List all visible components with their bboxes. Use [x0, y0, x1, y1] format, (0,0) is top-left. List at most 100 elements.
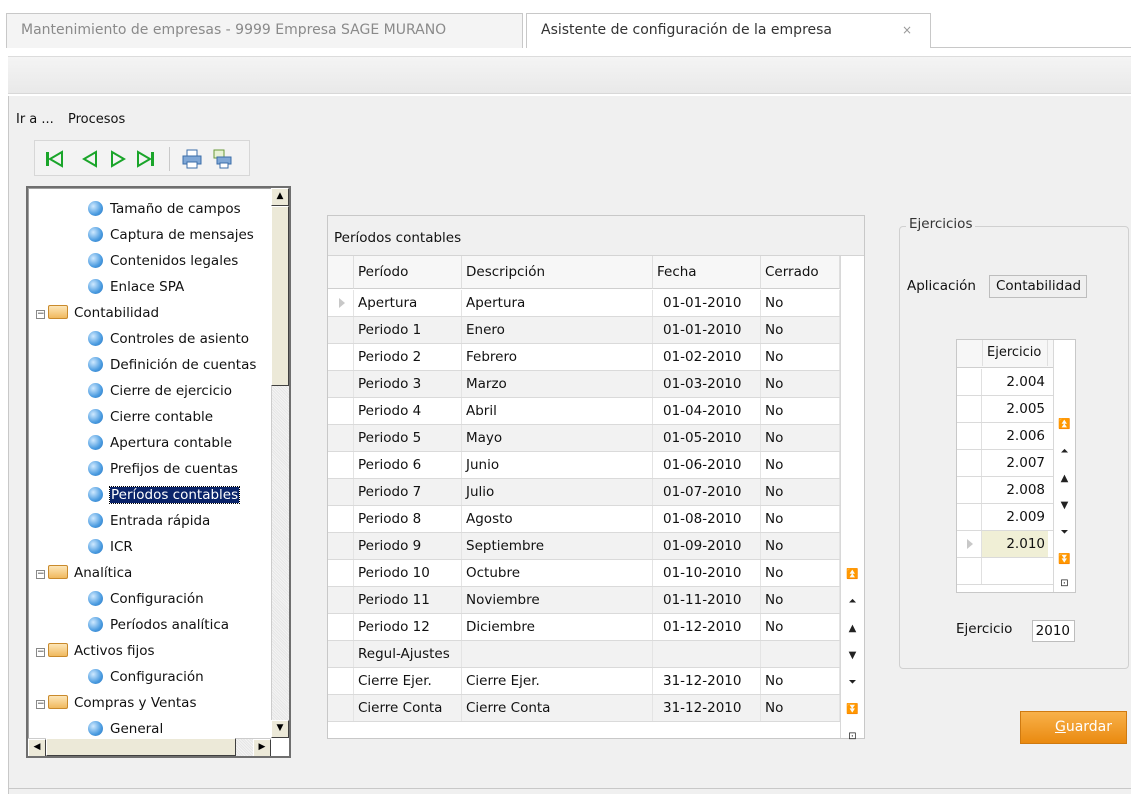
table-cell[interactable]: 01-08-2010: [653, 506, 761, 532]
tab-asistente-configuracion[interactable]: Asistente de configuración de la empresa…: [526, 13, 931, 48]
table-cell[interactable]: Abril: [462, 398, 653, 424]
table-cell[interactable]: 01-02-2010: [653, 344, 761, 370]
tab-mantenimiento-empresas[interactable]: Mantenimiento de empresas - 9999 Empresa…: [6, 13, 523, 48]
ejercicio-new-row[interactable]: [957, 558, 1053, 585]
tree-item[interactable]: − Analítica: [36, 560, 132, 586]
table-cell[interactable]: Periodo 7: [354, 479, 462, 505]
table-cell[interactable]: 01-12-2010: [653, 614, 761, 640]
column-header-fecha[interactable]: Fecha: [653, 256, 761, 289]
table-cell[interactable]: No: [761, 479, 840, 505]
table-cell[interactable]: Diciembre: [462, 614, 653, 640]
table-cell[interactable]: No: [761, 533, 840, 559]
scroll-down-icon[interactable]: ▼: [1054, 492, 1075, 519]
table-row[interactable]: Periodo 1 Enero 01-01-2010 No: [328, 317, 840, 344]
table-cell[interactable]: Junio: [462, 452, 653, 478]
collapse-toggle-icon[interactable]: −: [36, 570, 45, 579]
ejercicio-cell[interactable]: 2.005: [982, 396, 1048, 422]
table-cell[interactable]: Apertura: [354, 290, 462, 316]
table-cell[interactable]: [462, 641, 653, 667]
table-cell[interactable]: Febrero: [462, 344, 653, 370]
page-up-icon[interactable]: ⏶: [1054, 438, 1075, 465]
print-preview-icon[interactable]: [211, 148, 233, 170]
scroll-bottom-icon[interactable]: ⏬: [841, 696, 864, 723]
scroll-up-icon[interactable]: ▲: [841, 615, 864, 642]
table-cell[interactable]: No: [761, 560, 840, 586]
table-cell[interactable]: No: [761, 290, 840, 316]
tree-horizontal-thumb[interactable]: [46, 738, 236, 756]
table-cell[interactable]: Periodo 6: [354, 452, 462, 478]
scroll-right-arrow-icon[interactable]: ▶: [253, 739, 271, 756]
scroll-top-icon[interactable]: ⏫: [841, 561, 864, 588]
ejercicio-header-label[interactable]: Ejercicio: [982, 340, 1048, 366]
ejercicio-row[interactable]: 2.006: [957, 423, 1053, 450]
table-row[interactable]: Periodo 10 Octubre 01-10-2010 No: [328, 560, 840, 587]
table-cell[interactable]: Enero: [462, 317, 653, 343]
ejercicios-vertical-scrollbar[interactable]: ⏫ ⏶ ▲ ▼ ⏷ ⏬ ⊡: [1053, 340, 1075, 592]
table-cell[interactable]: Apertura: [462, 290, 653, 316]
table-cell[interactable]: No: [761, 425, 840, 451]
menu-ir-a[interactable]: Ir a ...: [16, 112, 54, 127]
table-cell[interactable]: Periodo 8: [354, 506, 462, 532]
table-cell[interactable]: No: [761, 695, 840, 721]
scroll-left-arrow-icon[interactable]: ◀: [28, 739, 46, 756]
grid-export-icon[interactable]: ⊡: [1054, 570, 1075, 597]
ejercicio-cell[interactable]: 2.010: [982, 531, 1048, 557]
table-cell[interactable]: No: [761, 398, 840, 424]
table-cell[interactable]: Julio: [462, 479, 653, 505]
table-row[interactable]: Periodo 2 Febrero 01-02-2010 No: [328, 344, 840, 371]
table-row[interactable]: Cierre Ejer. Cierre Ejer. 31-12-2010 No: [328, 668, 840, 695]
tree-item[interactable]: Períodos analítica: [88, 612, 229, 638]
print-icon[interactable]: [181, 148, 203, 170]
collapse-toggle-icon[interactable]: −: [36, 310, 45, 319]
table-cell[interactable]: 01-01-2010: [653, 290, 761, 316]
table-cell[interactable]: 01-07-2010: [653, 479, 761, 505]
ejercicio-row[interactable]: 2.007: [957, 450, 1053, 477]
tree-item[interactable]: Períodos contables: [88, 482, 241, 508]
table-row[interactable]: Periodo 7 Julio 01-07-2010 No: [328, 479, 840, 506]
tree-item[interactable]: − Activos fijos: [36, 638, 155, 664]
table-cell[interactable]: 01-06-2010: [653, 452, 761, 478]
table-cell[interactable]: Periodo 12: [354, 614, 462, 640]
table-row[interactable]: Periodo 4 Abril 01-04-2010 No: [328, 398, 840, 425]
table-row[interactable]: Periodo 9 Septiembre 01-09-2010 No: [328, 533, 840, 560]
ejercicio-cell[interactable]: 2.004: [982, 369, 1048, 395]
scroll-down-arrow-icon[interactable]: ▼: [271, 720, 289, 738]
table-cell[interactable]: Periodo 4: [354, 398, 462, 424]
table-cell[interactable]: 31-12-2010: [653, 695, 761, 721]
table-cell[interactable]: Periodo 3: [354, 371, 462, 397]
page-up-icon[interactable]: ⏶: [841, 588, 864, 615]
collapse-toggle-icon[interactable]: −: [36, 700, 45, 709]
tree-item[interactable]: Captura de mensajes: [88, 222, 254, 248]
table-cell[interactable]: No: [761, 344, 840, 370]
table-cell[interactable]: No: [761, 587, 840, 613]
tree-item[interactable]: Tamaño de campos: [88, 196, 241, 222]
guardar-button[interactable]: Guardar: [1020, 711, 1127, 744]
table-row[interactable]: Apertura Apertura 01-01-2010 No: [328, 290, 840, 317]
ejercicio-field[interactable]: 2010: [1032, 620, 1075, 642]
table-cell[interactable]: No: [761, 317, 840, 343]
ejercicio-row[interactable]: 2.009: [957, 504, 1053, 531]
ejercicio-cell[interactable]: 2.006: [982, 423, 1048, 449]
table-cell[interactable]: Periodo 2: [354, 344, 462, 370]
scroll-up-icon[interactable]: ▲: [1054, 465, 1075, 492]
tree-item[interactable]: Controles de asiento: [88, 326, 249, 352]
ejercicio-cell[interactable]: 2.008: [982, 477, 1048, 503]
table-cell[interactable]: Marzo: [462, 371, 653, 397]
previous-record-icon[interactable]: [79, 148, 101, 170]
table-cell[interactable]: 01-01-2010: [653, 317, 761, 343]
config-tree[interactable]: Tamaño de campos Captura de mensajes Conte…: [26, 186, 291, 758]
last-record-icon[interactable]: [135, 148, 157, 170]
tree-item[interactable]: Apertura contable: [88, 430, 232, 456]
table-row[interactable]: Periodo 3 Marzo 01-03-2010 No: [328, 371, 840, 398]
table-cell[interactable]: No: [761, 668, 840, 694]
menu-procesos[interactable]: Procesos: [68, 112, 125, 127]
table-cell[interactable]: Periodo 11: [354, 587, 462, 613]
tree-item[interactable]: Entrada rápida: [88, 508, 210, 534]
tree-item[interactable]: − Compras y Ventas: [36, 690, 196, 716]
table-cell[interactable]: 01-11-2010: [653, 587, 761, 613]
page-down-icon[interactable]: ⏷: [841, 669, 864, 696]
tree-vertical-thumb[interactable]: [271, 206, 289, 386]
ejercicio-row[interactable]: 2.010: [957, 531, 1053, 558]
tree-item[interactable]: Enlace SPA: [88, 274, 184, 300]
table-cell[interactable]: 01-10-2010: [653, 560, 761, 586]
